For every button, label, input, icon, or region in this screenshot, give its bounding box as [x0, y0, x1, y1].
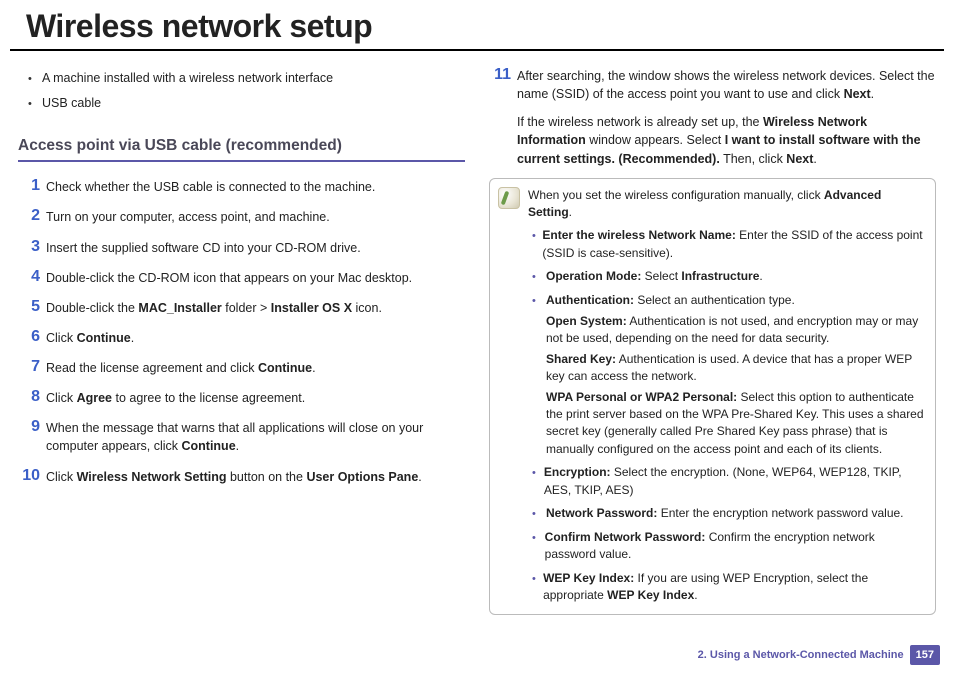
- note-item-text: Confirm Network Password: Confirm the en…: [545, 529, 925, 564]
- step-number: 5: [18, 297, 46, 316]
- step-text: Insert the supplied software CD into you…: [46, 237, 465, 257]
- footer-chapter: 2. Using a Network-Connected Machine: [698, 649, 904, 661]
- page-footer: 2. Using a Network-Connected Machine 157: [698, 645, 940, 665]
- note-subitem: Open System: Authentication is not used,…: [546, 313, 925, 348]
- note-intro: When you set the wireless configuration …: [528, 187, 925, 222]
- prereq-item: A machine installed with a wireless netw…: [28, 69, 465, 88]
- note-item-text: Network Password: Enter the encryption n…: [546, 505, 904, 523]
- note-subitem: WPA Personal or WPA2 Personal: Select th…: [546, 389, 925, 459]
- step-number: 10: [18, 466, 46, 485]
- right-column: 11 After searching, the window shows the…: [489, 65, 936, 615]
- note-subitem: Shared Key: Authentication is used. A de…: [546, 351, 925, 386]
- step-text: Click Continue.: [46, 327, 465, 347]
- bullet-icon: [532, 529, 545, 564]
- step-number: 3: [18, 237, 46, 256]
- note-item: Confirm Network Password: Confirm the en…: [532, 529, 925, 564]
- left-column: A machine installed with a wireless netw…: [18, 65, 465, 615]
- bullet-icon: [28, 69, 42, 88]
- note-item-text: WEP Key Index: If you are using WEP Encr…: [543, 570, 925, 605]
- note-item-text: Authentication: Select an authentication…: [546, 292, 795, 310]
- step: 7 Read the license agreement and click C…: [18, 357, 465, 377]
- note-item-text: Operation Mode: Select Infrastructure.: [546, 268, 763, 286]
- step-text: When the message that warns that all app…: [46, 417, 465, 455]
- note-item: WEP Key Index: If you are using WEP Encr…: [532, 570, 925, 605]
- step: 1 Check whether the USB cable is connect…: [18, 176, 465, 196]
- bullet-icon: [532, 570, 543, 605]
- pencil-note-icon: [498, 187, 520, 209]
- page-title: Wireless network setup: [10, 0, 944, 51]
- step-text: Click Agree to agree to the license agre…: [46, 387, 465, 407]
- note-box: When you set the wireless configuration …: [489, 178, 936, 616]
- step-text: Double-click the MAC_Installer folder > …: [46, 297, 465, 317]
- step-number: 8: [18, 387, 46, 406]
- bullet-icon: [28, 94, 42, 113]
- note-item-text: Encryption: Select the encryption. (None…: [544, 464, 925, 499]
- step-text: Turn on your computer, access point, and…: [46, 206, 465, 226]
- step-number: 4: [18, 267, 46, 286]
- bullet-icon: [532, 505, 546, 523]
- prereq-text: USB cable: [42, 94, 101, 113]
- step-number: 2: [18, 206, 46, 225]
- prereq-item: USB cable: [28, 94, 465, 113]
- section-heading: Access point via USB cable (recommended): [18, 135, 465, 157]
- step-text: Read the license agreement and click Con…: [46, 357, 465, 377]
- step: 11 After searching, the window shows the…: [489, 65, 936, 168]
- step: 3 Insert the supplied software CD into y…: [18, 237, 465, 257]
- step: 6 Click Continue.: [18, 327, 465, 347]
- note-item: Network Password: Enter the encryption n…: [532, 505, 925, 523]
- step: 4 Double-click the CD-ROM icon that appe…: [18, 267, 465, 287]
- step: 10 Click Wireless Network Setting button…: [18, 466, 465, 486]
- step-text: After searching, the window shows the wi…: [517, 65, 936, 168]
- step-number: 11: [489, 65, 517, 84]
- step-number: 6: [18, 327, 46, 346]
- note-item: Encryption: Select the encryption. (None…: [532, 464, 925, 499]
- step-text: Check whether the USB cable is connected…: [46, 176, 465, 196]
- step: 8 Click Agree to agree to the license ag…: [18, 387, 465, 407]
- bullet-icon: [532, 464, 544, 499]
- prereq-text: A machine installed with a wireless netw…: [42, 69, 333, 88]
- step: 5 Double-click the MAC_Installer folder …: [18, 297, 465, 317]
- step-text: Double-click the CD-ROM icon that appear…: [46, 267, 465, 287]
- step-number: 9: [18, 417, 46, 436]
- note-item-text: Enter the wireless Network Name: Enter t…: [542, 227, 925, 262]
- step-text: Click Wireless Network Setting button on…: [46, 466, 465, 486]
- footer-page-number: 157: [910, 645, 940, 665]
- step: 2 Turn on your computer, access point, a…: [18, 206, 465, 226]
- note-item: Enter the wireless Network Name: Enter t…: [532, 227, 925, 262]
- bullet-icon: [532, 292, 546, 310]
- note-item: Operation Mode: Select Infrastructure.: [532, 268, 925, 286]
- step-number: 1: [18, 176, 46, 195]
- bullet-icon: [532, 227, 542, 262]
- step-number: 7: [18, 357, 46, 376]
- bullet-icon: [532, 268, 546, 286]
- note-item: Authentication: Select an authentication…: [532, 292, 925, 310]
- section-heading-rule: [18, 160, 465, 162]
- step: 9 When the message that warns that all a…: [18, 417, 465, 455]
